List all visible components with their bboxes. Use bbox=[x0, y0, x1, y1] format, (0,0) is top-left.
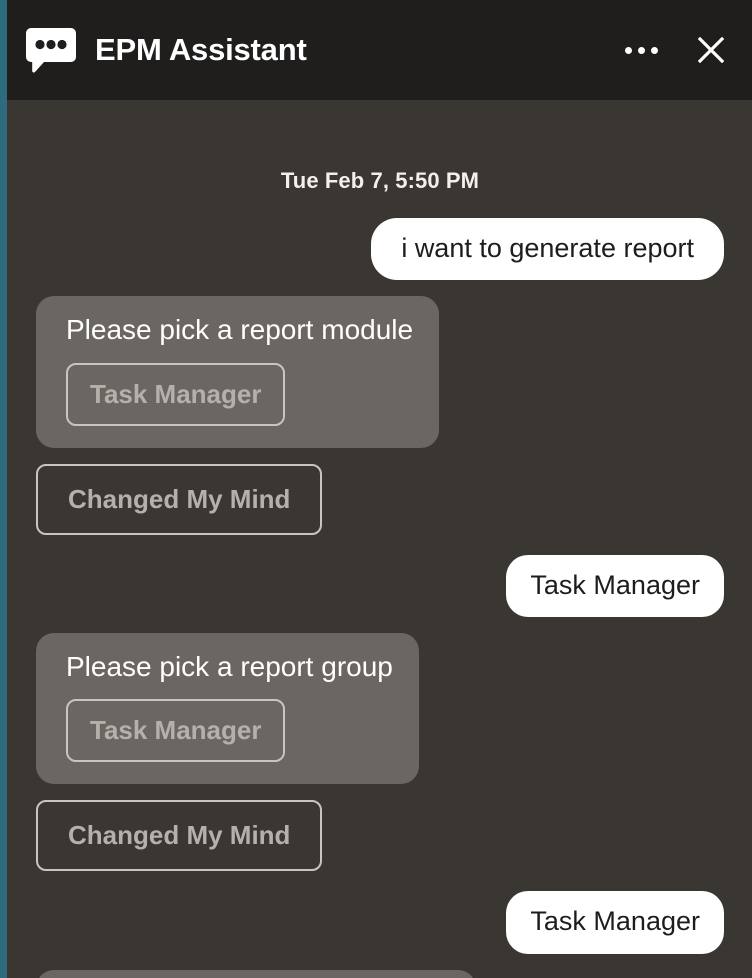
choice-button-task-manager[interactable]: Task Manager bbox=[66, 699, 286, 763]
close-button[interactable] bbox=[694, 33, 728, 67]
close-x-icon bbox=[698, 37, 724, 63]
user-message-bubble: Task Manager bbox=[506, 554, 724, 617]
message-row-bot: Please pick a report group Task Manager bbox=[36, 632, 724, 785]
title-bar: EPM Assistant bbox=[7, 0, 752, 100]
message-list[interactable]: Tue Feb 7, 5:50 PM i want to generate re… bbox=[7, 100, 752, 978]
assistant-window: EPM Assistant Tue Feb 7, 5:50 PM i want … bbox=[0, 0, 752, 978]
speech-bubble-dots-icon bbox=[25, 24, 77, 76]
bot-message-bubble-partial bbox=[36, 969, 476, 978]
day-separator: Tue Feb 7, 5:50 PM bbox=[280, 168, 480, 193]
message-row-action: Changed My Mind bbox=[36, 800, 724, 872]
ellipsis-icon bbox=[624, 46, 658, 54]
message-row-bot-partial bbox=[36, 969, 724, 978]
app-title: EPM Assistant bbox=[95, 32, 307, 67]
user-message-bubble: i want to generate report bbox=[371, 218, 724, 281]
bot-message-bubble: Please pick a report module Task Manager bbox=[36, 296, 440, 448]
message-row-action: Changed My Mind bbox=[36, 463, 724, 535]
changed-my-mind-button[interactable]: Changed My Mind bbox=[36, 463, 323, 535]
user-message-bubble: Task Manager bbox=[506, 891, 724, 954]
choice-button-task-manager[interactable]: Task Manager bbox=[66, 362, 286, 426]
brand-group: EPM Assistant bbox=[25, 24, 624, 76]
message-row-user: Task Manager bbox=[36, 554, 724, 617]
bot-message-bubble: Please pick a report group Task Manager bbox=[36, 632, 419, 785]
bot-message-text: Please pick a report group bbox=[66, 650, 393, 682]
changed-my-mind-button[interactable]: Changed My Mind bbox=[36, 800, 323, 872]
message-row-user: i want to generate report bbox=[36, 218, 724, 281]
message-row-user: Task Manager bbox=[36, 891, 724, 954]
title-bar-actions bbox=[624, 33, 728, 67]
more-options-button[interactable] bbox=[624, 33, 658, 67]
bot-message-text: Please pick a report module bbox=[66, 314, 414, 346]
message-row-bot: Please pick a report module Task Manager bbox=[36, 296, 724, 448]
